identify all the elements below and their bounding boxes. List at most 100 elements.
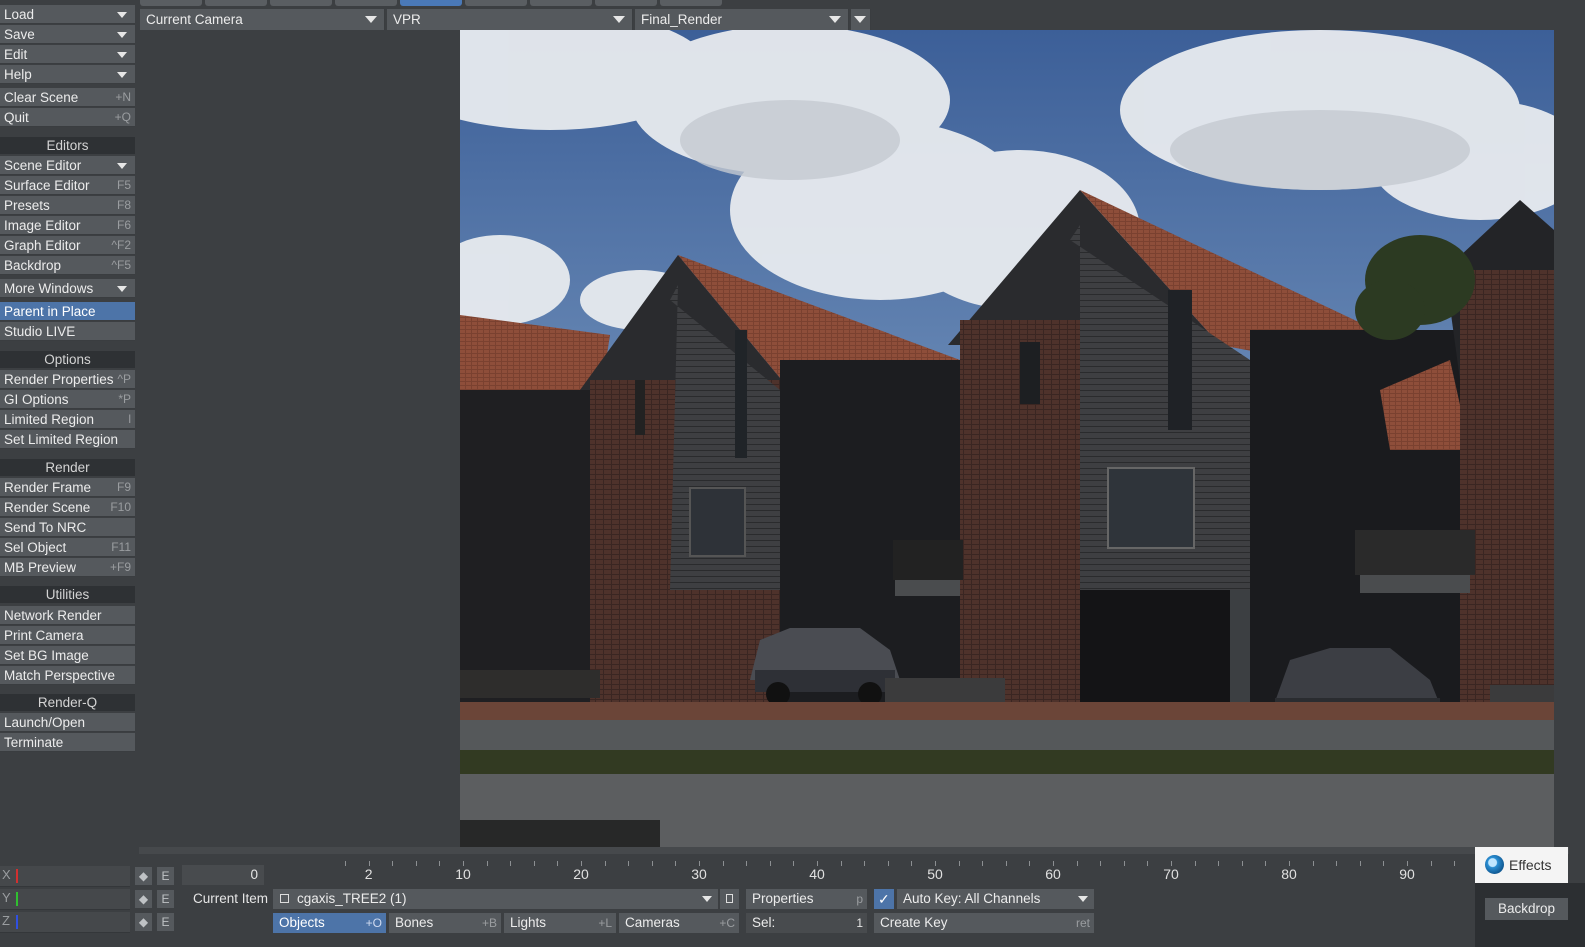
tab-setup[interactable] [270, 0, 332, 6]
timeline-tick [368, 861, 370, 866]
timeline-tick-label: 2 [364, 866, 373, 882]
match-perspective-button[interactable]: Match Perspective [0, 666, 135, 685]
shortcut-label: +C [719, 916, 735, 930]
y-coordinate-field[interactable]: Y [0, 889, 130, 910]
current-item-select[interactable]: cgaxis_TREE2 (1) [273, 889, 718, 909]
item-options-icon [726, 894, 733, 903]
z-envelope-button[interactable]: E [157, 913, 174, 931]
parent-in-place-toggle[interactable]: Parent in Place [0, 302, 135, 321]
cameras-mode-button[interactable]: Cameras +C [619, 913, 739, 933]
send-to-nrc-button[interactable]: Send To NRC [0, 518, 135, 537]
timeline-tick-label: 30 [691, 866, 707, 882]
tab-modify[interactable] [205, 0, 267, 6]
sel-object-label: Sel Object [4, 540, 67, 555]
backdrop-button[interactable]: Backdrop ^F5 [0, 256, 135, 275]
render-properties-label: Render Properties [4, 372, 114, 387]
x-nudge-icon[interactable]: ◆ [135, 867, 152, 885]
limited-region-button[interactable]: Limited Region l [0, 410, 135, 429]
timeline-tick-label: 20 [573, 866, 589, 882]
set-bg-image-button[interactable]: Set BG Image [0, 646, 135, 665]
x-envelope-button[interactable]: E [157, 867, 174, 885]
auto-key-select[interactable]: Auto Key: All Channels [897, 889, 1094, 909]
timeline-tick [1407, 861, 1408, 866]
help-menu-button[interactable]: Help [0, 65, 135, 84]
render-preset-select[interactable]: Final_Render [635, 9, 849, 30]
selection-count: Sel: 1 [746, 913, 867, 933]
image-editor-button[interactable]: Image Editor F6 [0, 216, 135, 235]
timeline-tick [1218, 861, 1220, 866]
mb-preview-button[interactable]: MB Preview +F9 [0, 558, 135, 577]
camera-select[interactable]: Current Camera [140, 9, 385, 30]
auto-key-checkbox[interactable]: ✓ [874, 889, 894, 909]
properties-button[interactable]: Properties p [746, 889, 867, 909]
x-axis-color-bar [16, 869, 18, 883]
load-menu-button[interactable]: Load [0, 5, 135, 24]
effects-popup-item[interactable]: Effects [1475, 847, 1568, 883]
vpr-render-view[interactable] [460, 30, 1554, 847]
tab-utilities[interactable] [660, 0, 722, 6]
timeline-tick [887, 861, 889, 866]
x-coordinate-field[interactable]: X [0, 866, 130, 887]
timeline-tick [439, 861, 441, 866]
save-menu-button[interactable]: Save [0, 25, 135, 44]
tab-ipe[interactable] [595, 0, 657, 6]
render-q-heading: Render-Q [0, 694, 135, 711]
tab-fx-tools[interactable] [335, 0, 397, 6]
tab-view[interactable] [465, 0, 527, 6]
tab-model[interactable] [530, 0, 592, 6]
render-scene-button[interactable]: Render Scene F10 [0, 498, 135, 517]
timeline-tick [486, 861, 488, 866]
sel-value: 1 [856, 916, 863, 930]
set-limited-region-button[interactable]: Set Limited Region [0, 430, 135, 449]
timeline-tick [557, 861, 559, 866]
bones-mode-button[interactable]: Bones +B [389, 913, 501, 933]
lights-mode-button[interactable]: Lights +L [504, 913, 616, 933]
presets-button[interactable]: Presets F8 [0, 196, 135, 215]
launch-open-button[interactable]: Launch/Open [0, 713, 135, 732]
match-perspective-label: Match Perspective [4, 668, 116, 683]
viewport-options-button[interactable] [851, 9, 871, 30]
camera-select-value: Current Camera [146, 12, 243, 27]
render-mode-select[interactable]: VPR [387, 9, 633, 30]
network-render-button[interactable]: Network Render [0, 606, 135, 625]
surface-editor-button[interactable]: Surface Editor F5 [0, 176, 135, 195]
terminate-button[interactable]: Terminate [0, 733, 135, 752]
create-key-button[interactable]: Create Key ret [874, 913, 1094, 933]
gi-options-button[interactable]: GI Options *P [0, 390, 135, 409]
edit-menu-button[interactable]: Edit [0, 45, 135, 64]
more-windows-button[interactable]: More Windows [0, 279, 135, 298]
set-limited-region-label: Set Limited Region [4, 432, 119, 447]
objects-mode-button[interactable]: Objects +O [273, 913, 386, 933]
z-axis-color-bar [16, 915, 18, 929]
sel-object-button[interactable]: Sel Object F11 [0, 538, 135, 557]
options-heading: Options [0, 351, 135, 368]
item-options-button[interactable] [720, 889, 739, 909]
properties-label: Properties [752, 891, 814, 906]
timeline-tick [675, 861, 677, 866]
z-nudge-icon[interactable]: ◆ [135, 913, 152, 931]
chevron-down-icon [117, 52, 127, 58]
timeline-ruler[interactable]: 2 10 20 30 40 50 60 70 80 90 [271, 861, 1526, 887]
gi-options-label: GI Options [4, 392, 69, 407]
quit-button[interactable]: Quit +Q [0, 108, 135, 127]
print-camera-button[interactable]: Print Camera [0, 626, 135, 645]
studio-live-button[interactable]: Studio LIVE [0, 322, 135, 341]
viewport-scrollbar[interactable] [139, 847, 1569, 854]
y-nudge-icon[interactable]: ◆ [135, 890, 152, 908]
render-frame-button[interactable]: Render Frame F9 [0, 478, 135, 497]
timeline-tick [1076, 861, 1078, 866]
timeline-tick [746, 861, 748, 866]
y-envelope-button[interactable]: E [157, 890, 174, 908]
shortcut-label: +L [598, 916, 612, 930]
backdrop-popup-button[interactable]: Backdrop [1485, 898, 1568, 920]
current-frame-field[interactable]: 0 [182, 865, 264, 885]
render-properties-button[interactable]: Render Properties ^P [0, 370, 135, 389]
timeline-tick [1430, 861, 1432, 866]
graph-editor-button[interactable]: Graph Editor ^F2 [0, 236, 135, 255]
timeline-tick [1241, 861, 1243, 866]
z-coordinate-field[interactable]: Z [0, 912, 130, 933]
tab-items[interactable] [140, 0, 202, 6]
clear-scene-button[interactable]: Clear Scene +N [0, 88, 135, 107]
tab-render[interactable] [400, 0, 462, 6]
scene-editor-button[interactable]: Scene Editor [0, 156, 135, 175]
